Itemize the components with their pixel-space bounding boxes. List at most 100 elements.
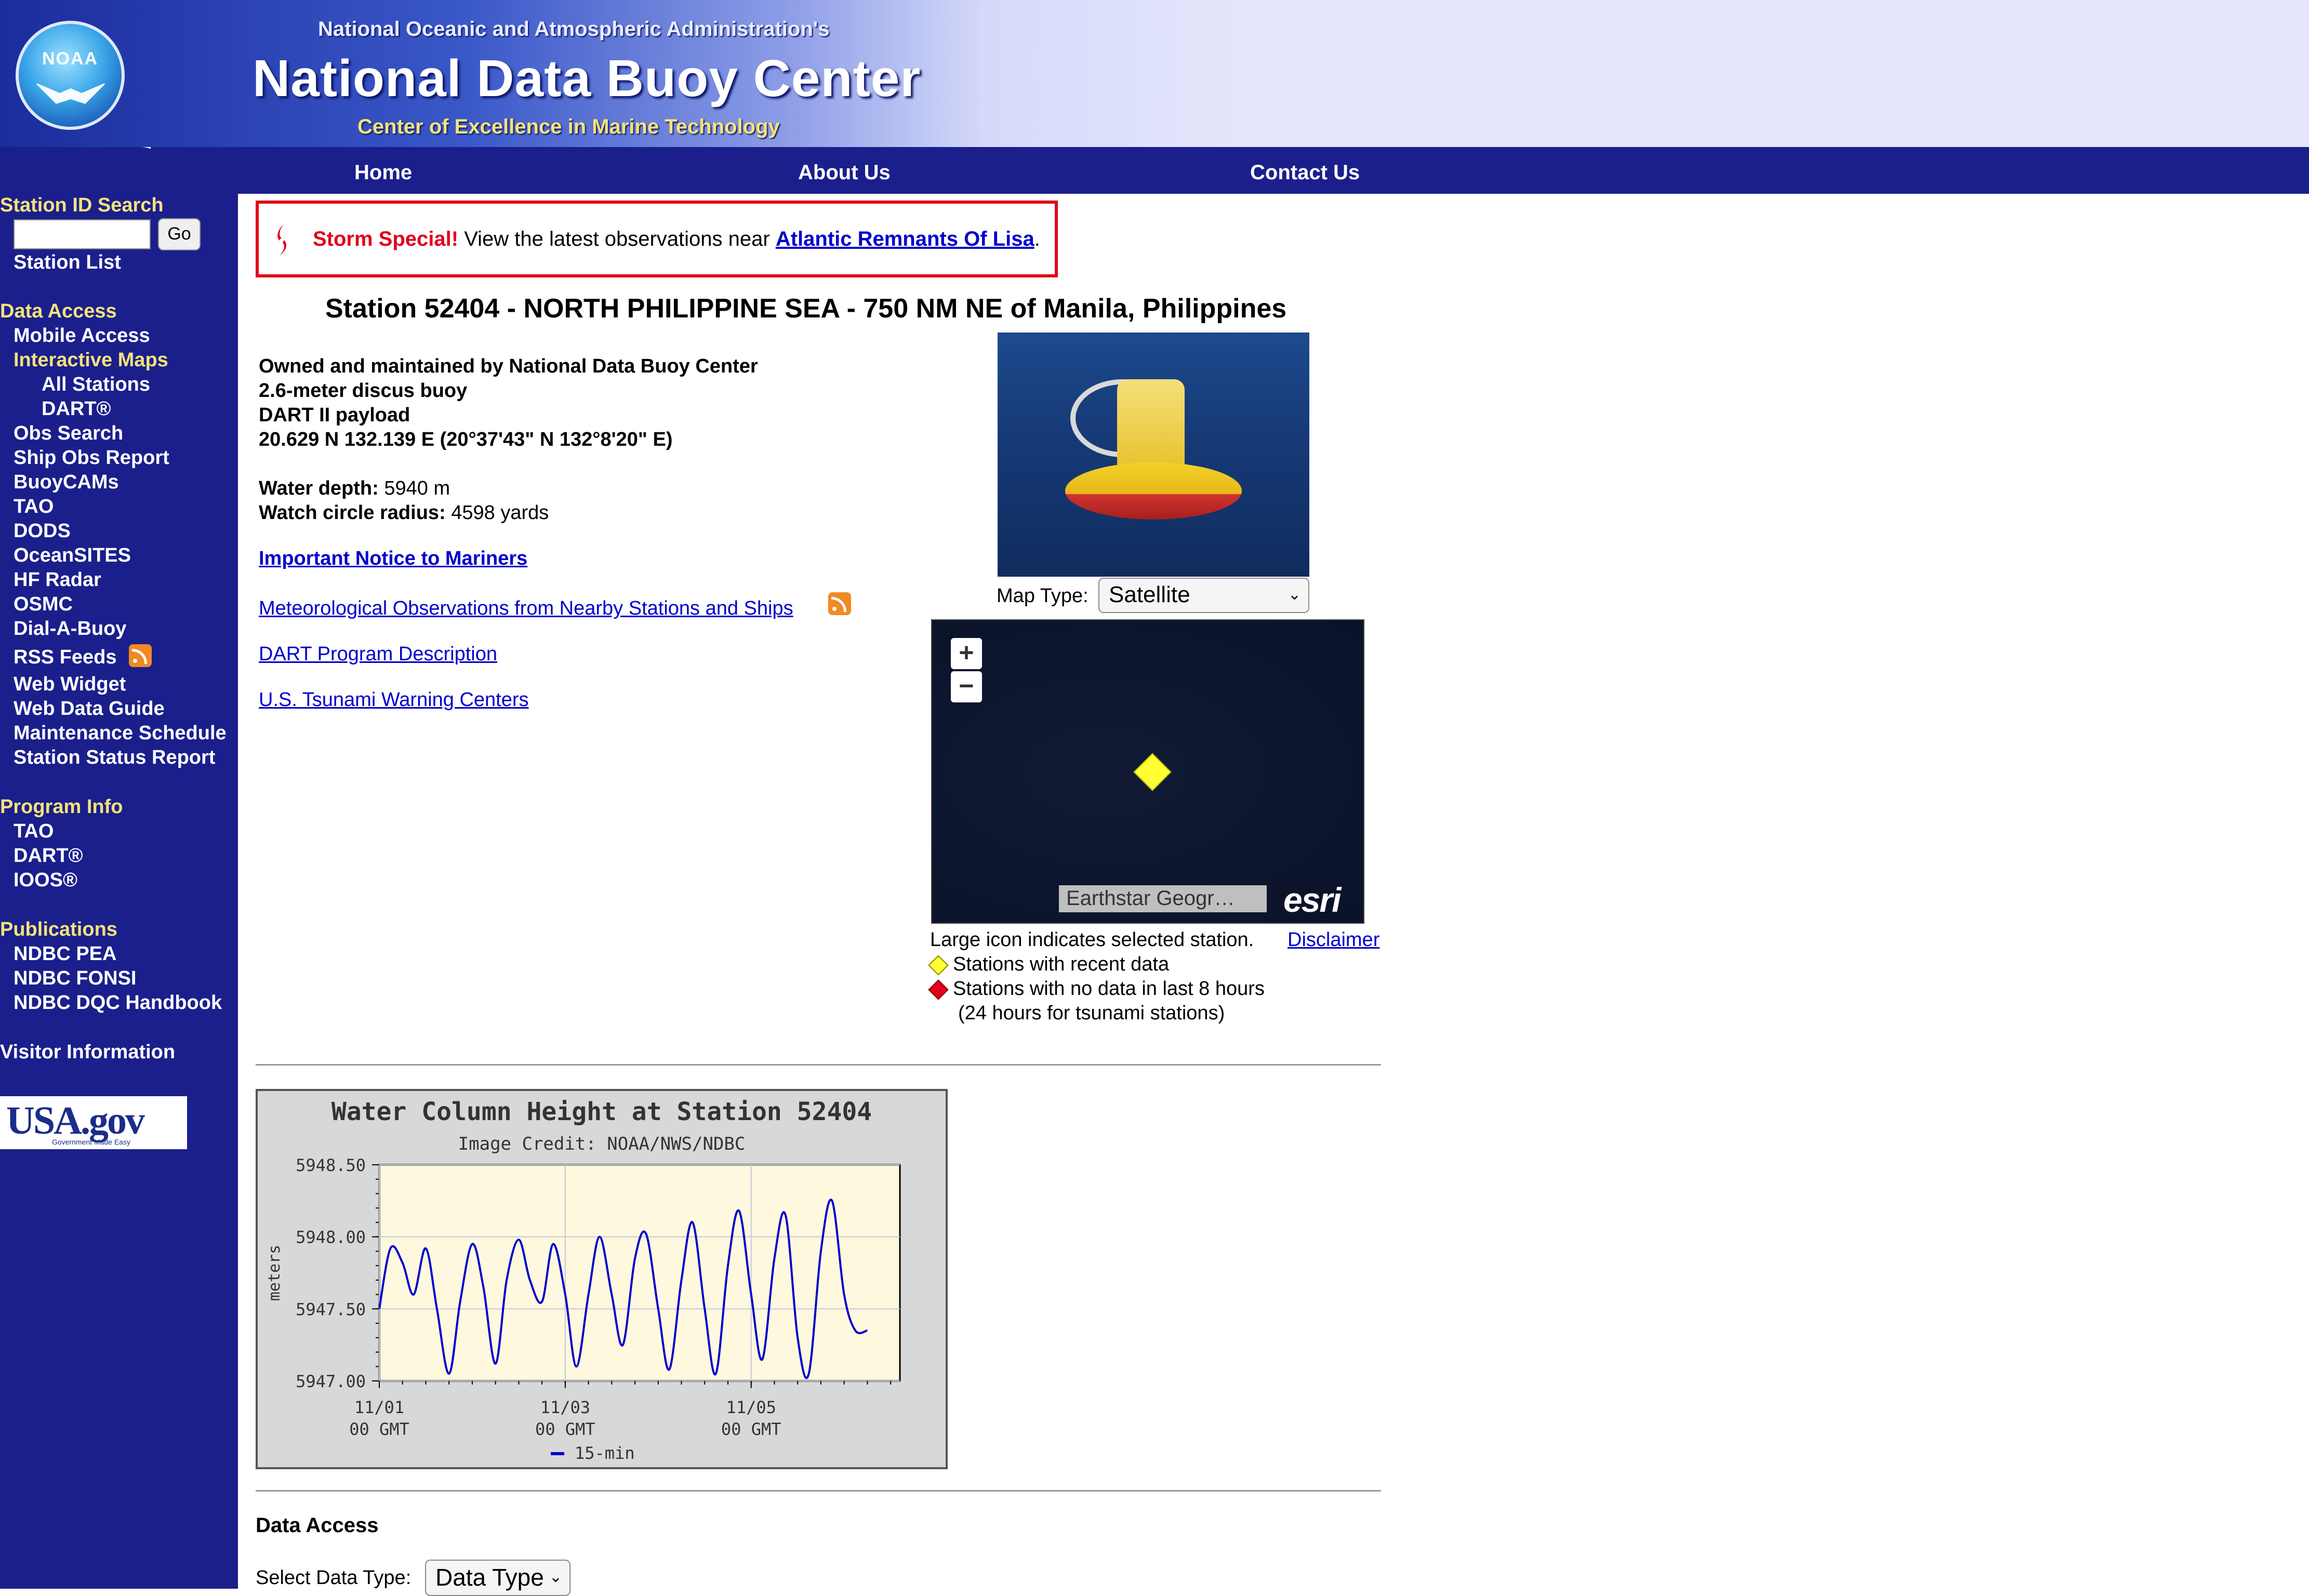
- sidebar-dods[interactable]: DODS: [14, 520, 71, 542]
- sidebar-interactive-maps[interactable]: Interactive Maps: [14, 349, 168, 371]
- sidebar-station-list[interactable]: Station List: [14, 251, 121, 274]
- select-data-type-label: Select Data Type:: [256, 1567, 412, 1589]
- zoom-out-button[interactable]: −: [951, 671, 982, 702]
- noaa-logo-text: NOAA: [42, 49, 99, 69]
- station-owner-text: Owned and maintained by National Data Bu…: [259, 355, 758, 377]
- sidebar-mobile-access[interactable]: Mobile Access: [14, 325, 150, 347]
- chevron-down-icon: ⌄: [549, 1568, 562, 1586]
- go-button[interactable]: Go: [158, 218, 201, 250]
- watch-circle-label: Watch circle radius:: [259, 502, 446, 524]
- storm-special-text: Storm Special! View the latest observati…: [313, 228, 1040, 251]
- noaa-logo[interactable]: NOAA: [16, 21, 125, 130]
- top-nav-bar: [151, 147, 2309, 194]
- sidebar-ndbc-dqc-handbook[interactable]: NDBC DQC Handbook: [14, 992, 222, 1014]
- station-payload-text: DART II payload: [259, 404, 410, 426]
- nav-home-link[interactable]: Home: [354, 161, 412, 184]
- red-diamond-icon: [928, 979, 949, 1000]
- storm-special-label: Storm Special!: [313, 228, 459, 250]
- large-icon-note: Large icon indicates selected station.: [930, 929, 1254, 951]
- sidebar-ndbc-fonsi[interactable]: NDBC FONSI: [14, 967, 136, 990]
- site-header: NOAA National Oceanic and Atmospheric Ad…: [0, 0, 2309, 147]
- data-access-title: Data Access: [256, 1514, 379, 1537]
- esri-logo: esri: [1283, 881, 1341, 919]
- sidebar-dial-a-buoy[interactable]: Dial-A-Buoy: [14, 618, 126, 640]
- station-id-input[interactable]: [14, 219, 151, 249]
- map-attribution[interactable]: Earthstar Geogr…: [1059, 885, 1267, 912]
- storm-special-message: View the latest observations near: [458, 228, 776, 250]
- usagov-logo[interactable]: USA.gov Government Made Easy: [0, 1096, 187, 1149]
- sidebar-visitor-information[interactable]: Visitor Information: [0, 1041, 175, 1063]
- x-tick-label-time: 00 GMT: [349, 1419, 409, 1439]
- chevron-down-icon: ⌄: [1288, 586, 1301, 603]
- water-column-height-chart: Water Column Height at Station 52404 Ima…: [256, 1089, 948, 1469]
- sidebar-station-id-search-heading: Station ID Search: [0, 194, 164, 216]
- station-payload: DART II payload: [259, 404, 410, 427]
- sidebar-program-info-heading: Program Info: [0, 796, 123, 818]
- usagov-logo-text: USA.gov: [6, 1099, 145, 1142]
- station-marker[interactable]: [1133, 753, 1172, 791]
- storm-link[interactable]: Atlantic Remnants Of Lisa: [776, 228, 1034, 250]
- usagov-tagline: Government Made Easy: [52, 1138, 130, 1146]
- hurricane-icon: [277, 224, 287, 256]
- sidebar-program-tao[interactable]: TAO: [14, 820, 54, 843]
- sidebar-oceansites[interactable]: OceanSITES: [14, 544, 131, 567]
- legend-recent: Stations with recent data: [928, 953, 1169, 976]
- y-tick-label: 5948.50: [296, 1155, 366, 1175]
- site-title: National Data Buoy Center: [253, 49, 921, 108]
- storm-special-end: .: [1034, 228, 1040, 250]
- x-tick-label-date: 11/03: [540, 1398, 590, 1417]
- station-map[interactable]: + − Earthstar Geogr… esri: [931, 619, 1364, 924]
- sidebar-maintenance-schedule[interactable]: Maintenance Schedule: [14, 722, 227, 744]
- sidebar-program-dart[interactable]: DART®: [14, 845, 83, 867]
- water-depth-label: Water depth:: [259, 477, 379, 499]
- station-location-text: 20.629 N 132.139 E (20°37'43" N 132°8'20…: [259, 429, 673, 450]
- rss-icon[interactable]: [828, 592, 851, 615]
- station-buoy-type-text: 2.6-meter discus buoy: [259, 380, 468, 402]
- data-type-select[interactable]: Data Type ⌄: [425, 1560, 570, 1596]
- tsunami-warning-centers-link[interactable]: U.S. Tsunami Warning Centers: [259, 689, 529, 711]
- yellow-diamond-icon: [928, 955, 949, 976]
- map-type-label: Map Type:: [997, 585, 1089, 607]
- watch-circle-radius: Watch circle radius: 4598 yards: [259, 502, 549, 524]
- sidebar-ndbc-pea[interactable]: NDBC PEA: [14, 943, 116, 965]
- x-tick-label-date: 11/05: [726, 1398, 776, 1417]
- dart-program-description-link[interactable]: DART Program Description: [259, 643, 497, 666]
- sidebar-ship-obs-report[interactable]: Ship Obs Report: [14, 447, 169, 469]
- zoom-in-button[interactable]: +: [951, 638, 982, 669]
- sidebar-publications-heading: Publications: [0, 919, 117, 940]
- noaa-bird-icon: [34, 82, 107, 104]
- y-tick-label: 5948.00: [296, 1228, 366, 1247]
- buoy-photo-hull: [1065, 462, 1242, 520]
- disclaimer-link[interactable]: Disclaimer: [1288, 929, 1379, 951]
- sidebar-dart-map[interactable]: DART®: [42, 398, 111, 420]
- divider: [256, 1064, 1381, 1066]
- water-depth-value: 5940 m: [378, 477, 450, 499]
- buoy-photo-tower: [1117, 379, 1185, 473]
- sidebar-all-stations[interactable]: All Stations: [42, 374, 150, 396]
- met-obs-nearby-link[interactable]: Meteorological Observations from Nearby …: [259, 597, 793, 620]
- sidebar-station-status-report[interactable]: Station Status Report: [14, 747, 215, 769]
- nav-contact-link[interactable]: Contact Us: [1250, 161, 1360, 184]
- sidebar-buoycams[interactable]: BuoyCAMs: [14, 471, 119, 494]
- sidebar-tao[interactable]: TAO: [14, 496, 54, 518]
- sidebar-rss-feeds[interactable]: RSS Feeds: [14, 646, 117, 669]
- map-type-value: Satellite: [1109, 582, 1190, 607]
- chart-plot: 5948.50 5948.00 5947.50 5947.00 11/01 00 GMT 1…: [266, 1155, 901, 1463]
- legend-nodata-note: (24 hours for tsunami stations): [958, 1002, 1225, 1024]
- legend-nodata: Stations with no data in last 8 hours: [928, 978, 1265, 1000]
- sidebar-web-data-guide[interactable]: Web Data Guide: [14, 698, 165, 720]
- sidebar-web-widget[interactable]: Web Widget: [14, 673, 126, 696]
- map-type-select[interactable]: Satellite ⌄: [1098, 578, 1309, 613]
- important-notice-link[interactable]: Important Notice to Mariners: [259, 548, 527, 570]
- y-axis-label: meters: [266, 1245, 284, 1301]
- station-buoy-type: 2.6-meter discus buoy: [259, 380, 467, 402]
- nav-about-link[interactable]: About Us: [798, 161, 891, 184]
- sidebar-obs-search[interactable]: Obs Search: [14, 422, 123, 445]
- site-tagline: Center of Excellence in Marine Technolog…: [357, 115, 780, 138]
- divider: [256, 1490, 1381, 1492]
- sidebar-osmc[interactable]: OSMC: [14, 593, 73, 616]
- sidebar-program-ioos[interactable]: IOOS®: [14, 869, 77, 892]
- sidebar-hf-radar[interactable]: HF Radar: [14, 569, 101, 591]
- legend-label-15-min: 15-min: [575, 1443, 635, 1463]
- rss-icon[interactable]: [129, 644, 152, 667]
